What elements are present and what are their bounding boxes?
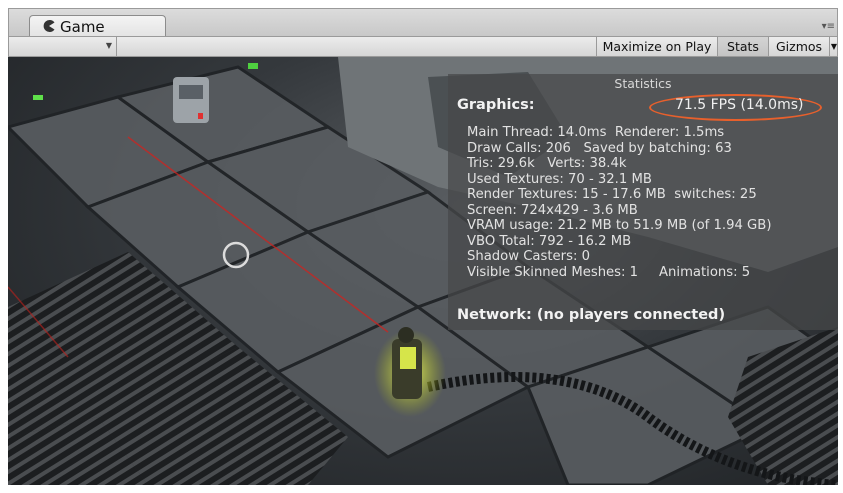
- stats-button[interactable]: Stats: [717, 37, 768, 56]
- maximize-on-play-button[interactable]: Maximize on Play: [596, 37, 717, 56]
- stat-line: VRAM usage: 21.2 MB to 51.9 MB (of 1.94 …: [467, 218, 772, 233]
- chevron-down-icon: ▼: [105, 41, 112, 50]
- statistics-panel: Statistics Graphics: 71.5 FPS (14.0ms) M…: [448, 74, 838, 330]
- game-window: Game ▾≡ ▼ Maximize on Play Stats Gizmos …: [0, 0, 843, 493]
- stat-line: Draw Calls: 206 Saved by batching: 63: [467, 140, 732, 156]
- gizmos-button[interactable]: Gizmos: [768, 37, 829, 56]
- stat-line: Main Thread: 14.0ms Renderer: 1.5ms: [467, 125, 725, 140]
- tab-label: Game: [60, 18, 105, 36]
- stat-line: Used Textures: 70 - 32.1 MB: [467, 171, 652, 187]
- stat-line: Screen: 724x429 - 3.6 MB: [467, 202, 638, 218]
- game-viewport[interactable]: Statistics Graphics: 71.5 FPS (14.0ms) M…: [8, 57, 838, 485]
- network-status: Network: (no players connected): [457, 307, 726, 323]
- pacman-icon: [43, 20, 55, 32]
- fps-readout: 71.5 FPS (14.0ms): [675, 97, 804, 113]
- stat-line: Tris: 29.6k Verts: 38.4k: [467, 156, 627, 171]
- graphics-label: Graphics:: [457, 97, 535, 113]
- gizmos-dropdown-icon[interactable]: ▼: [829, 37, 838, 56]
- statistics-title: Statistics: [614, 76, 672, 91]
- toolbar: ▼ Maximize on Play Stats Gizmos ▼: [8, 36, 838, 57]
- tab-game[interactable]: Game: [29, 15, 166, 38]
- stat-line: VBO Total: 792 - 16.2 MB: [467, 233, 632, 249]
- aspect-dropdown[interactable]: ▼: [9, 37, 117, 56]
- tab-strip: Game ▾≡: [8, 8, 838, 38]
- tab-menu-icon[interactable]: ▾≡: [822, 21, 835, 32]
- stat-lines: Main Thread: 14.0ms Renderer: 1.5ms Draw…: [467, 125, 771, 280]
- stat-line: Render Textures: 15 - 17.6 MB switches: …: [467, 187, 757, 202]
- stat-line: Visible Skinned Meshes: 1 Animations: 5: [467, 264, 751, 280]
- stat-line: Shadow Casters: 0: [467, 249, 590, 264]
